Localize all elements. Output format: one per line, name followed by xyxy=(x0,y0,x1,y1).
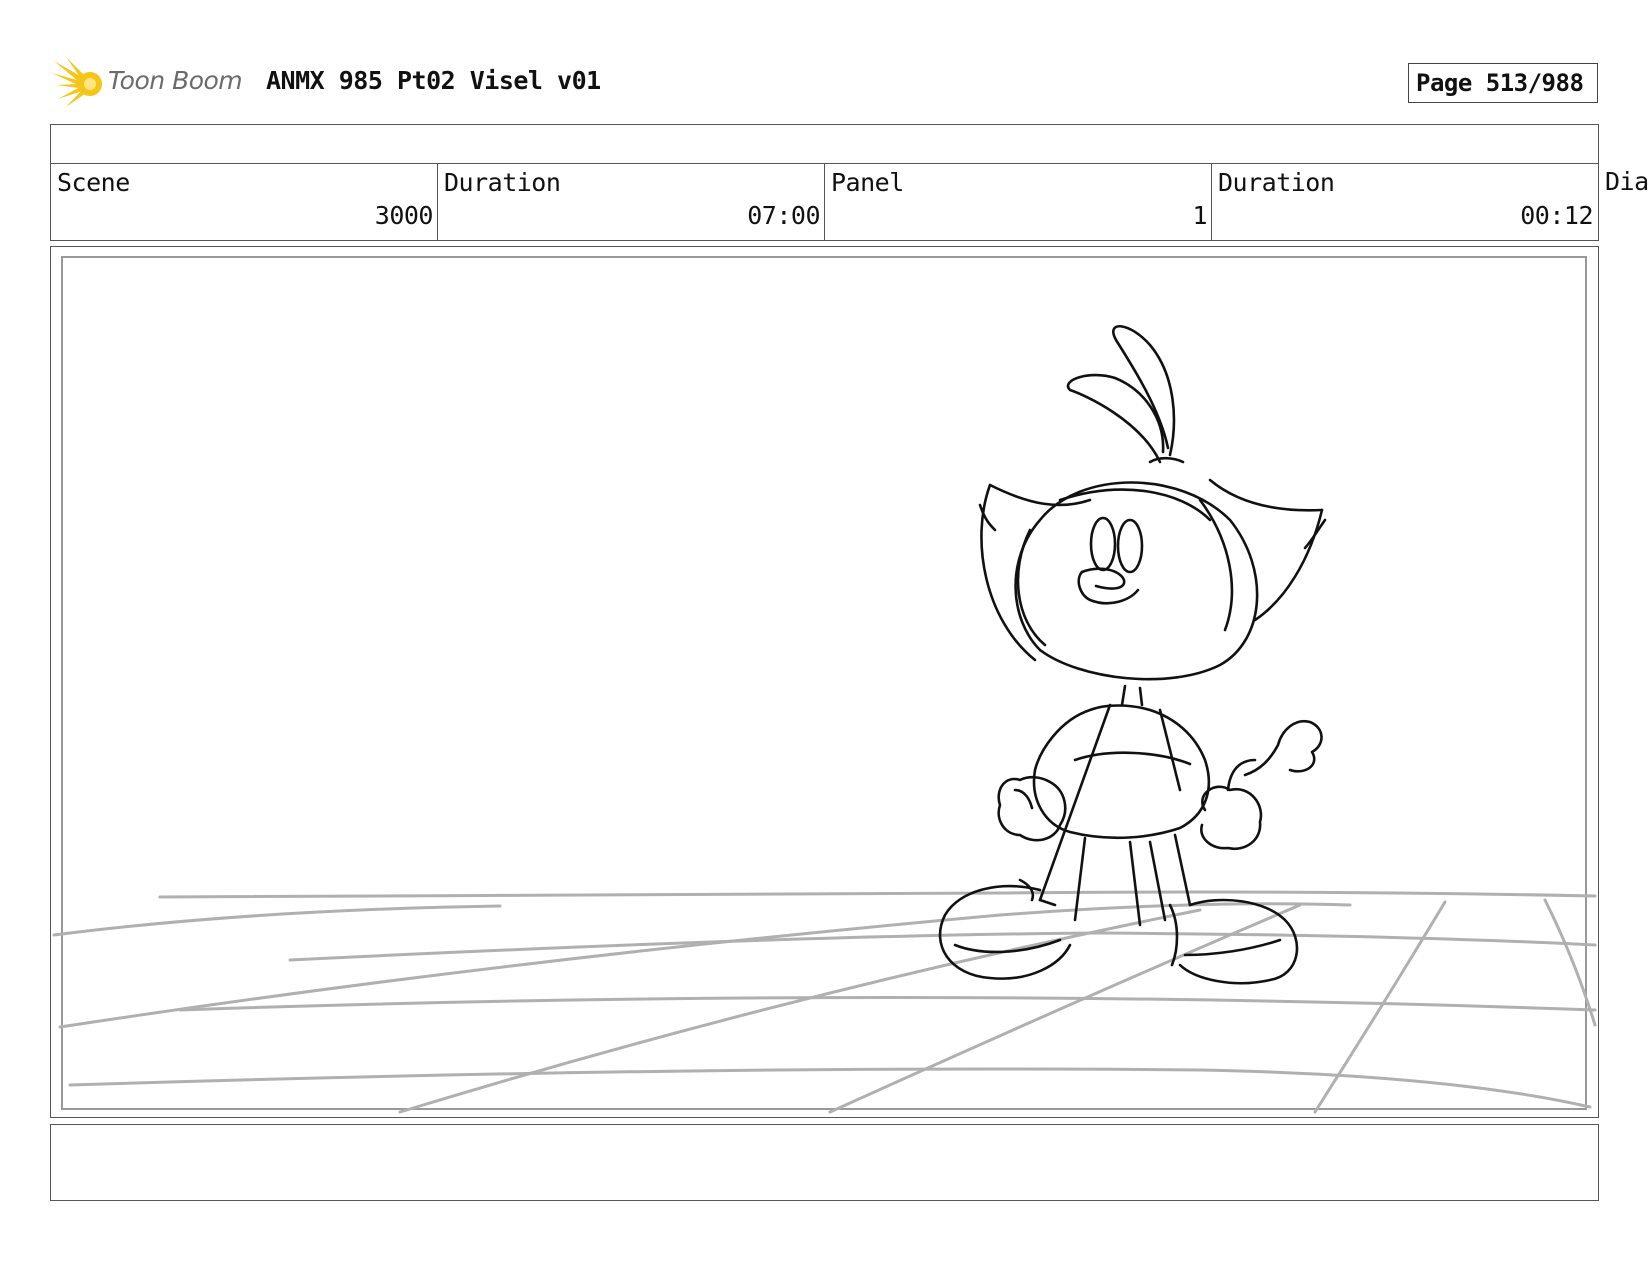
character-drawing xyxy=(938,324,1327,985)
scene-duration-value: 07:00 xyxy=(747,201,820,230)
header-blank-row xyxy=(50,124,1599,164)
floor-grid xyxy=(52,890,1597,1114)
panel-value: 1 xyxy=(1192,201,1207,230)
dialogue-notes-box xyxy=(50,1124,1599,1201)
panel-duration-cell: Duration 00:12 xyxy=(1212,164,1597,240)
dialogue-label: Dia xyxy=(1605,167,1649,196)
scene-duration-cell: Duration 07:00 xyxy=(438,164,825,240)
panel-duration-value: 00:12 xyxy=(1520,201,1593,230)
panel-label: Panel xyxy=(831,168,904,197)
scene-label: Scene xyxy=(57,168,130,197)
page-indicator: Page 513/988 xyxy=(1408,63,1598,103)
document-title: ANMX 985 Pt02 Visel v01 xyxy=(266,66,601,95)
scene-cell: Scene 3000 xyxy=(51,164,438,240)
toon-boom-star-icon xyxy=(52,57,102,107)
scene-value: 3000 xyxy=(374,201,434,230)
scene-duration-label: Duration xyxy=(444,168,561,197)
logo-text: Toon Boom xyxy=(108,66,243,95)
panel-cell: Panel 1 xyxy=(825,164,1212,240)
panel-duration-label: Duration xyxy=(1218,168,1335,197)
storyboard-sketch xyxy=(52,324,1597,1114)
panel-info-row: Scene 3000 Duration 07:00 Panel 1 Durati… xyxy=(50,163,1599,241)
